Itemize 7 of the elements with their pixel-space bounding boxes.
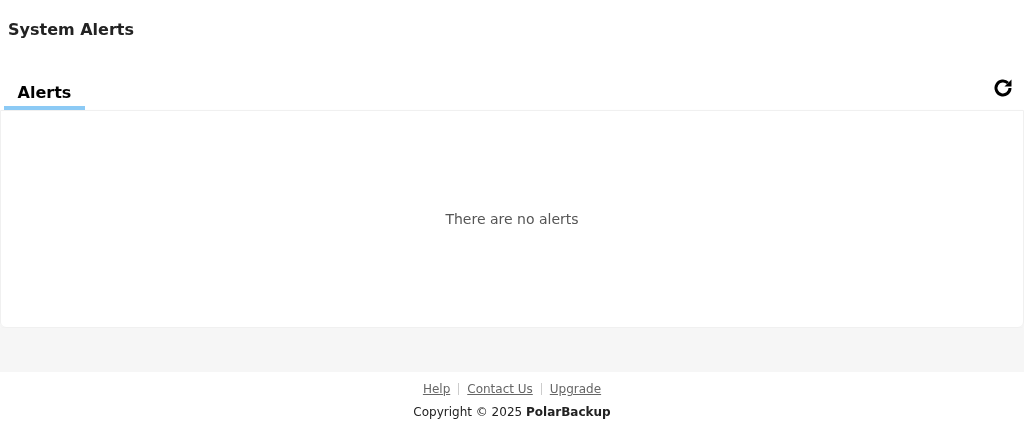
page-title: System Alerts	[7, 19, 135, 41]
footer-link[interactable]: Contact Us	[467, 382, 533, 396]
footer-link[interactable]: Help	[422, 382, 451, 396]
empty-message: There are no alerts	[445, 211, 579, 227]
tab[interactable]: Alerts	[4, 83, 85, 110]
footer-link[interactable]: Upgrade	[549, 382, 602, 396]
copyright-text: Copyright © 2025 PolarBackup	[413, 405, 611, 419]
